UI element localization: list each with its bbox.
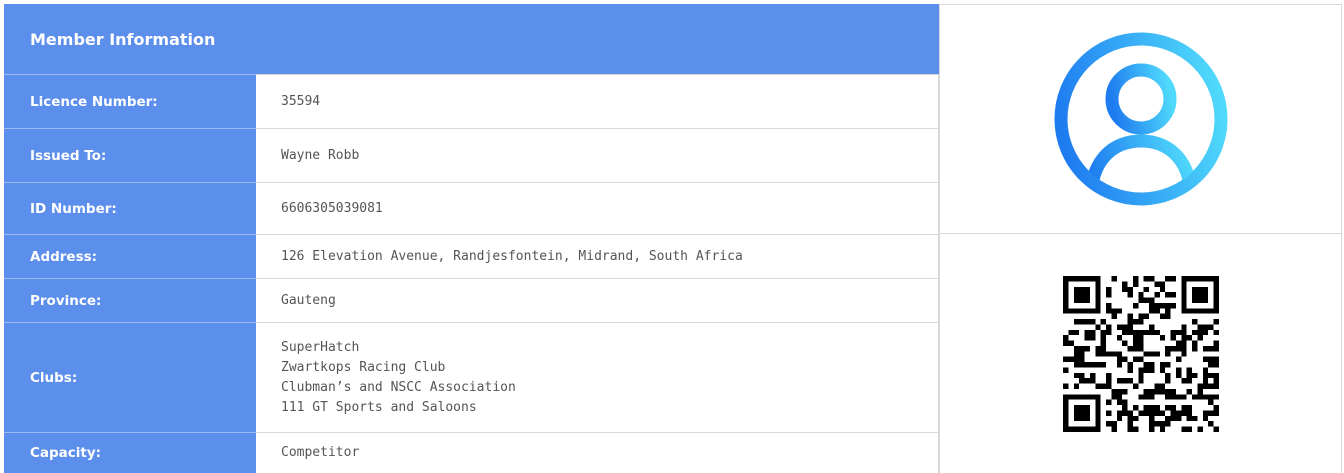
- row-id-number: ID Number: 6606305039081: [4, 182, 939, 234]
- club-item: SuperHatch: [281, 339, 360, 355]
- label-address: Address:: [4, 234, 256, 278]
- label-clubs: Clubs:: [4, 322, 256, 432]
- value-licence-number: 35594: [256, 74, 939, 128]
- value-id-number: 6606305039081: [256, 182, 939, 234]
- value-address: 126 Elevation Avenue, Randjesfontein, Mi…: [256, 234, 939, 278]
- label-licence-number: Licence Number:: [4, 74, 256, 128]
- row-clubs: Clubs: SuperHatch Zwartkops Racing Club …: [4, 322, 939, 432]
- value-capacity: Competitor: [256, 432, 939, 473]
- club-item: Clubman’s and NSCC Association: [281, 379, 516, 395]
- label-id-number: ID Number:: [4, 182, 256, 234]
- qr-panel: [939, 234, 1342, 473]
- value-issued-to: Wayne Robb: [256, 128, 939, 182]
- card-header: Member Information: [4, 4, 939, 74]
- label-province: Province:: [4, 278, 256, 322]
- value-province: Gauteng: [256, 278, 939, 322]
- value-clubs: SuperHatch Zwartkops Racing Club Clubman…: [256, 322, 939, 432]
- label-issued-to: Issued To:: [4, 128, 256, 182]
- row-issued-to: Issued To: Wayne Robb: [4, 128, 939, 182]
- row-licence-number: Licence Number: 35594: [4, 74, 939, 128]
- card-title: Member Information: [30, 29, 216, 49]
- qr-code-icon: [1062, 275, 1219, 432]
- row-address: Address: 126 Elevation Avenue, Randjesfo…: [4, 234, 939, 278]
- row-province: Province: Gauteng: [4, 278, 939, 322]
- club-item: 111 GT Sports and Saloons: [281, 399, 477, 415]
- user-avatar-icon: [1054, 32, 1227, 206]
- avatar-panel: [939, 4, 1342, 234]
- club-item: Zwartkops Racing Club: [281, 359, 446, 375]
- label-capacity: Capacity:: [4, 432, 256, 473]
- row-capacity: Capacity: Competitor: [4, 432, 939, 473]
- member-card: Member Information Licence Number: 35594…: [4, 4, 1342, 473]
